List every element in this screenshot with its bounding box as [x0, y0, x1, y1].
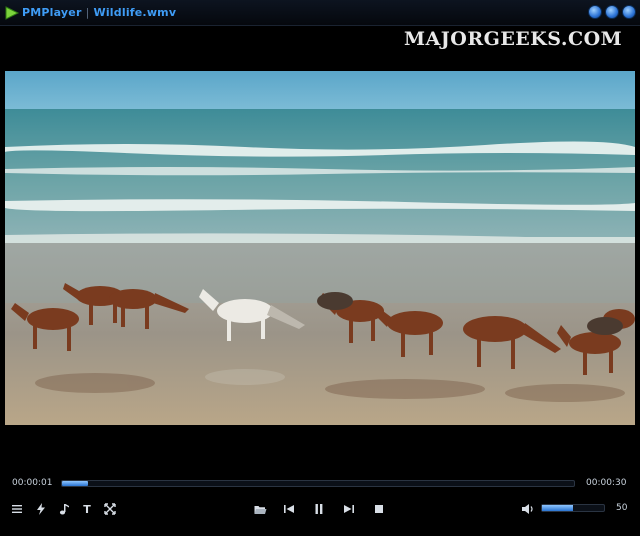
effects-button[interactable]	[32, 500, 50, 518]
current-time: 00:00:01	[12, 478, 53, 488]
volume-value: 50	[616, 503, 628, 513]
title-separator: |	[85, 6, 90, 19]
seek-bar[interactable]	[61, 480, 575, 487]
previous-button[interactable]	[280, 500, 298, 518]
maximize-button[interactable]	[605, 5, 619, 19]
previous-icon	[284, 505, 294, 513]
open-file-button[interactable]	[251, 500, 269, 518]
effects-icon	[37, 503, 45, 515]
pause-button[interactable]	[310, 500, 328, 518]
volume-slider[interactable]	[541, 504, 605, 512]
open-folder-icon	[254, 505, 266, 514]
app-name: PMPlayer	[22, 6, 82, 19]
playlist-button[interactable]	[8, 500, 26, 518]
video-frame[interactable]	[5, 71, 635, 425]
mute-button[interactable]	[519, 500, 537, 518]
seek-progress	[62, 481, 88, 486]
pause-icon	[315, 504, 323, 514]
app-logo-icon	[5, 6, 20, 20]
total-time: 00:00:30	[586, 478, 627, 488]
file-name: Wildlife.wmv	[93, 6, 177, 19]
stop-button[interactable]	[370, 500, 388, 518]
video-image	[5, 71, 635, 425]
next-button[interactable]	[340, 500, 358, 518]
audio-icon	[59, 504, 69, 515]
subtitle-button[interactable]: T	[78, 500, 96, 518]
fullscreen-icon	[104, 503, 116, 515]
stop-icon	[375, 505, 383, 513]
title-bar[interactable]: PMPlayer | Wildlife.wmv	[0, 0, 640, 26]
fullscreen-button[interactable]	[101, 500, 119, 518]
speaker-icon	[522, 504, 533, 514]
window-title: PMPlayer | Wildlife.wmv	[22, 6, 176, 19]
minimize-button[interactable]	[588, 5, 602, 19]
watermark: MAJORGEEKS.COM	[404, 28, 623, 50]
next-icon	[344, 505, 354, 513]
subtitle-icon: T	[83, 502, 91, 516]
playlist-icon	[12, 505, 22, 513]
close-button[interactable]	[622, 5, 636, 19]
audio-button[interactable]	[55, 500, 73, 518]
volume-level	[542, 505, 573, 511]
